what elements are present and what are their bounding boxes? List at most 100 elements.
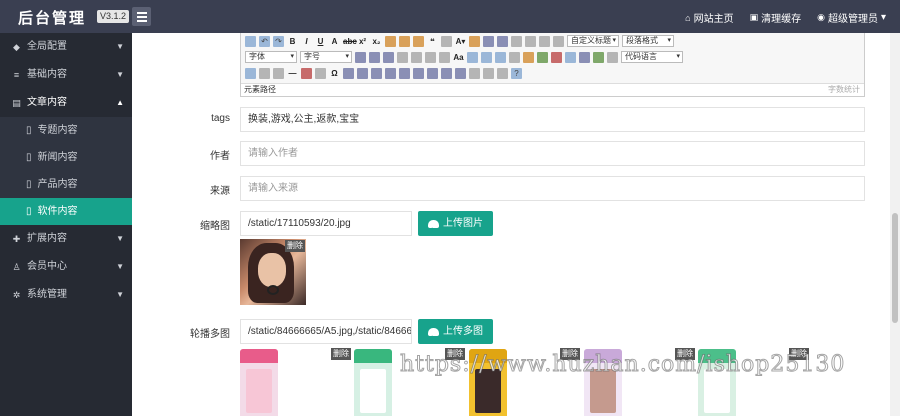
sidebar-item-member-center[interactable]: ♙ 会员中心 ▼ [0,253,132,281]
sidebar-item-label: 全局配置 [27,41,67,52]
paragraph-format-select[interactable]: 段落格式 [622,35,674,47]
source-icon[interactable] [245,35,256,47]
direction-ltr-icon[interactable] [355,51,366,63]
clear-cache-link[interactable]: ▣ 清理缓存 [750,10,802,25]
preview-icon[interactable] [483,67,494,79]
carousel-image-1 [240,349,278,416]
code-language-select[interactable]: 代码语言 [621,51,683,63]
insert-row-icon[interactable] [385,67,396,79]
page-scrollbar[interactable] [890,33,900,416]
justify-right-icon[interactable] [425,51,436,63]
menu-toggle-button[interactable] [132,7,151,26]
attachment-icon[interactable] [579,51,590,63]
justify-center-icon[interactable] [411,51,422,63]
fontborder-icon[interactable]: A [329,36,340,47]
cleardoc-icon[interactable] [525,35,536,47]
pasteplain-icon[interactable] [441,35,452,47]
map-icon[interactable] [593,51,604,63]
direction-rtl-icon[interactable] [369,51,380,63]
insert-table-icon[interactable] [357,67,368,79]
redo-icon[interactable]: ↷ [273,35,284,47]
subscript-icon[interactable]: x₂ [371,36,382,47]
upload-multi-button[interactable]: 上传多图 [418,319,493,350]
search-replace-icon[interactable] [497,67,508,79]
sidebar-item-global-config[interactable]: ◆ 全局配置 ▼ [0,33,132,61]
sliders-icon: ≡ [13,70,20,80]
insert-frame-icon[interactable] [607,51,618,63]
justify-full-icon[interactable] [439,51,450,63]
sidebar-subitem-topic[interactable]: ▯ 专题内容 [0,117,132,144]
font-size-select[interactable]: 字号 [300,51,352,63]
thumbnail-path-input[interactable]: /static/17110593/20.jpg [240,211,412,236]
tags-input[interactable]: 换装,游戏,公主,返款,宝宝 [240,107,865,132]
rowspacing-icon[interactable] [539,35,550,47]
formatmatch-icon[interactable] [399,35,410,47]
template-icon[interactable] [259,67,270,79]
touppercase-icon[interactable]: Aa [453,52,464,63]
scrawl-icon[interactable] [551,51,562,63]
site-home-link[interactable]: ⌂ 网站主页 [685,10,733,26]
underline-icon[interactable]: U [315,36,326,47]
print-icon[interactable] [469,67,480,79]
globe-icon: ◆ [13,42,20,52]
sidebar-item-basic-content[interactable]: ≡ 基础内容 ▼ [0,61,132,89]
time-icon[interactable] [315,67,326,79]
unordered-list-icon[interactable] [497,35,508,47]
forecolor-icon[interactable]: A▾ [455,36,466,47]
undo-icon[interactable]: ↶ [259,35,270,47]
sidebar-subitem-product[interactable]: ▯ 产品内容 [0,171,132,198]
help-icon[interactable]: ? [511,67,522,79]
strikethrough-icon[interactable]: abc [343,36,357,47]
link-icon[interactable] [467,51,478,63]
delete-thumbnail-button[interactable]: 删除 [285,240,305,252]
bold-icon[interactable]: B [287,36,298,47]
upload-image-button[interactable]: 上传图片 [418,211,493,242]
file-icon: ▯ [26,125,32,136]
font-family-select[interactable]: 字体 [245,51,297,63]
blockquote-icon[interactable]: ❝ [427,36,438,47]
autotypeset-icon[interactable] [413,35,424,47]
selectall-icon[interactable] [511,35,522,47]
indent-icon[interactable] [383,51,394,63]
lineheight-icon[interactable] [553,35,564,47]
image-float-icon[interactable] [509,51,520,63]
author-input[interactable]: 请输入作者 [240,141,865,166]
background-icon[interactable] [273,67,284,79]
emotion-icon[interactable] [537,51,548,63]
backcolor-icon[interactable] [469,35,480,47]
unlink-icon[interactable] [481,51,492,63]
date-icon[interactable] [301,67,312,79]
carousel-image-2 [354,349,392,416]
merge-cells-icon[interactable] [441,67,452,79]
justify-left-icon[interactable] [397,51,408,63]
split-cells-icon[interactable] [455,67,466,79]
superscript-icon[interactable]: x² [357,36,368,47]
pagebreak-icon[interactable] [245,67,256,79]
delete-carousel-image-button[interactable]: 删除 [331,348,351,360]
scrollbar-thumb[interactable] [892,213,898,323]
anchor-icon[interactable] [495,51,506,63]
sidebar-subitem-news[interactable]: ▯ 新闻内容 [0,144,132,171]
source-input[interactable]: 请输入来源 [240,176,865,201]
admin-user-menu[interactable]: ◉ 超级管理员 ▾ [817,10,886,25]
sidebar-item-extension[interactable]: ✚ 扩展内容 ▼ [0,225,132,253]
sidebar-item-article-content[interactable]: ▤ 文章内容 ▲ [0,89,132,117]
insert-col-icon[interactable] [413,67,424,79]
wordimage-icon[interactable] [343,67,354,79]
insert-video-icon[interactable] [565,51,576,63]
sidebar-subitem-software[interactable]: ▯ 软件内容 [0,198,132,225]
custom-heading-select[interactable]: 自定义标题 [567,35,619,47]
removeformat-icon[interactable] [385,35,396,47]
insert-image-icon[interactable] [523,51,534,63]
horizontal-rule-icon[interactable]: — [287,68,298,79]
italic-icon[interactable]: I [301,36,312,47]
carousel-path-input[interactable]: /static/84666665/A5.jpg,/static/84666665 [240,319,412,344]
delete-row-icon[interactable] [399,67,410,79]
delete-table-icon[interactable] [371,67,382,79]
carousel-label: 轮播多图 [190,329,230,340]
special-chars-icon[interactable]: Ω [329,68,340,79]
delete-col-icon[interactable] [427,67,438,79]
sidebar-item-system[interactable]: ✲ 系统管理 ▼ [0,281,132,309]
rich-text-editor[interactable]: ↶ ↷ B I U A abc x² x₂ ❝ A▾ 自定义标题 段落格式 [240,33,865,97]
ordered-list-icon[interactable] [483,35,494,47]
